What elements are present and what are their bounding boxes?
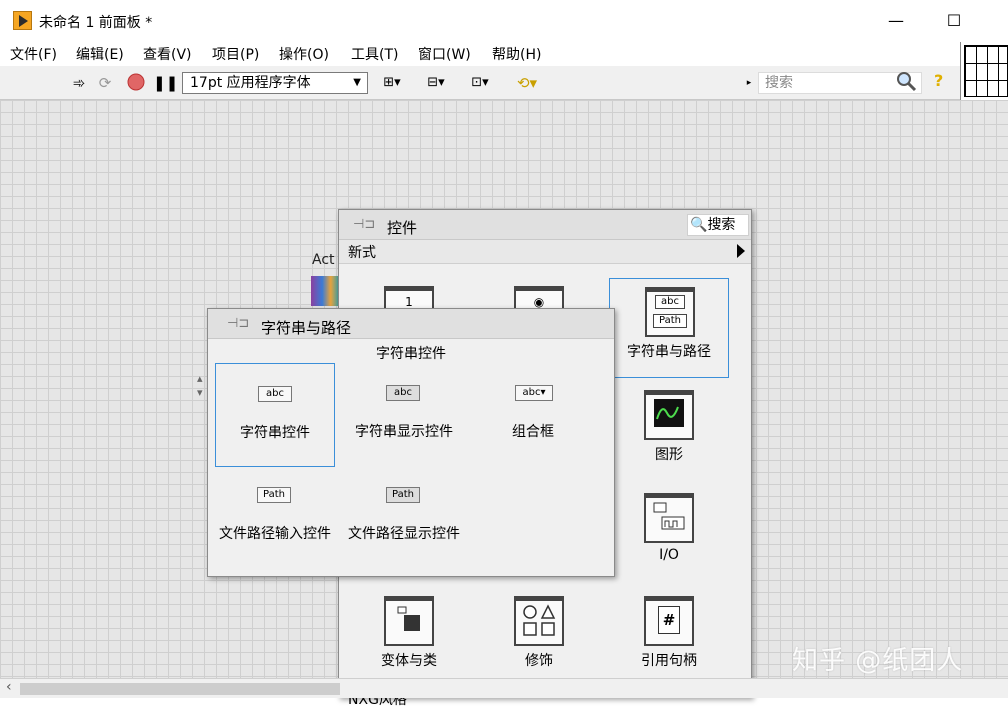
menu-edit[interactable]: 编辑(E) bbox=[76, 44, 124, 64]
font-dropdown[interactable]: 17pt 应用程序字体 ▼ bbox=[182, 72, 368, 94]
title-bar: 未命名 1 前面板 * — ☐ bbox=[0, 0, 1008, 42]
run-arrow-icon[interactable]: ➾ bbox=[69, 73, 89, 93]
distribute-objects-icon[interactable]: ⊟▾ bbox=[420, 73, 452, 93]
controls-palette-header: ⊣⊐ 控件 🔍搜索 bbox=[339, 210, 751, 240]
background-control-label: Act bbox=[312, 252, 335, 268]
pause-icon[interactable]: ❚❚ bbox=[153, 73, 178, 93]
palette-tile-io[interactable]: I/O bbox=[609, 485, 729, 585]
menu-project[interactable]: 项目(P) bbox=[212, 44, 259, 64]
abort-icon[interactable] bbox=[126, 73, 146, 93]
string-indicator-item[interactable]: abc 字符串显示控件 bbox=[344, 363, 464, 467]
palette-search-button[interactable]: 🔍搜索 bbox=[687, 214, 749, 236]
watermark: 知乎 @纸团人 bbox=[792, 646, 964, 676]
toolbar: ➾ ⟳ ❚❚ 17pt 应用程序字体 ▼ ⊞▾ ⊟▾ ⊡▾ ⟲▾ ▸ 搜索 bbox=[0, 66, 960, 100]
resize-objects-icon[interactable]: ⊡▾ bbox=[464, 73, 496, 93]
background-control[interactable] bbox=[311, 276, 339, 306]
connector-pane-grid bbox=[964, 45, 1008, 97]
scroll-thumb[interactable] bbox=[20, 683, 340, 695]
variant-class-icon bbox=[384, 596, 434, 646]
palette-tile-decorations[interactable]: 修饰 bbox=[479, 588, 599, 688]
file-path-indicator-item[interactable]: Path 文件路径显示控件 bbox=[344, 467, 464, 571]
window-title: 未命名 1 前面板 * bbox=[39, 15, 153, 31]
palette-tile-string-path[interactable]: abc Path 字符串与路径 bbox=[609, 278, 729, 378]
palette-tile-variant-class[interactable]: 变体与类 bbox=[349, 588, 469, 688]
align-objects-icon[interactable]: ⊞▾ bbox=[376, 73, 408, 93]
menu-operate[interactable]: 操作(O) bbox=[279, 44, 329, 64]
path-indicator-icon: Path bbox=[386, 487, 420, 503]
subcategory-modern[interactable]: 新式 bbox=[339, 240, 751, 264]
font-dropdown-value: 17pt 应用程序字体 bbox=[190, 75, 311, 91]
controls-palette-title: 控件 bbox=[387, 219, 418, 237]
string-path-icon: abc Path bbox=[645, 287, 695, 337]
item-label: 字符串显示控件 bbox=[355, 424, 453, 440]
menu-tools[interactable]: 工具(T) bbox=[351, 44, 398, 64]
reorder-icon[interactable]: ⟲▾ bbox=[510, 73, 544, 93]
minimize-button[interactable]: — bbox=[881, 8, 911, 34]
connector-pane[interactable] bbox=[960, 42, 1008, 100]
combo-box-icon: abc▾ bbox=[515, 385, 553, 401]
expand-arrow-icon bbox=[737, 244, 745, 258]
tile-label: 图形 bbox=[655, 447, 683, 463]
chevron-down-icon: ▼ bbox=[353, 77, 361, 88]
search-icon: 🔍 bbox=[690, 217, 708, 233]
string-control-icon: abc bbox=[258, 386, 292, 402]
refnum-icon: # bbox=[644, 596, 694, 646]
tile-label: 字符串与路径 bbox=[627, 344, 711, 360]
menu-bar: 文件(F) 编辑(E) 查看(V) 项目(P) 操作(O) 工具(T) 窗口(W… bbox=[0, 42, 960, 66]
palette-tile-graph[interactable]: 图形 bbox=[609, 382, 729, 482]
scroll-left-icon[interactable]: ‹ bbox=[6, 679, 12, 695]
path-control-icon: Path bbox=[257, 487, 291, 503]
menu-file[interactable]: 文件(F) bbox=[10, 44, 57, 64]
string-indicator-icon: abc bbox=[386, 385, 420, 401]
sub-palette-heading: 字符串控件 bbox=[376, 346, 446, 362]
maximize-button[interactable]: ☐ bbox=[939, 8, 969, 34]
tile-label: 引用句柄 bbox=[641, 653, 697, 669]
io-icon bbox=[644, 493, 694, 543]
menu-view[interactable]: 查看(V) bbox=[143, 44, 192, 64]
palette-search-label: 搜索 bbox=[707, 217, 736, 233]
labview-icon bbox=[13, 11, 32, 30]
item-label: 文件路径输入控件 bbox=[219, 526, 331, 542]
string-control-item[interactable]: abc 字符串控件 bbox=[215, 363, 335, 467]
tile-label: I/O bbox=[659, 547, 679, 563]
palette-tile-refnum[interactable]: # 引用句柄 bbox=[609, 588, 729, 688]
tile-label: 修饰 bbox=[525, 653, 553, 669]
sub-palette-title: 字符串与路径 bbox=[261, 319, 352, 337]
graph-icon bbox=[644, 390, 694, 440]
resize-handle-icon[interactable]: ▴ ▾ bbox=[197, 372, 207, 402]
item-label: 文件路径显示控件 bbox=[348, 526, 460, 542]
item-label: 字符串控件 bbox=[240, 425, 310, 441]
pin-icon[interactable]: ⊣⊐ bbox=[353, 217, 375, 232]
search-icon[interactable] bbox=[895, 70, 917, 92]
search-expand-icon[interactable]: ▸ bbox=[744, 73, 754, 93]
file-path-control-item[interactable]: Path 文件路径输入控件 bbox=[215, 467, 335, 571]
horizontal-scrollbar[interactable]: ‹ bbox=[0, 678, 1008, 698]
item-label: 组合框 bbox=[512, 424, 554, 440]
context-help-icon[interactable]: ? bbox=[934, 71, 943, 90]
pin-icon[interactable]: ⊣⊐ bbox=[227, 316, 249, 331]
decorations-icon bbox=[514, 596, 564, 646]
menu-window[interactable]: 窗口(W) bbox=[418, 44, 471, 64]
sub-palette-header: ⊣⊐ 字符串与路径 bbox=[208, 309, 614, 339]
subcategory-label: 新式 bbox=[348, 245, 376, 261]
combo-box-item[interactable]: abc▾ 组合框 bbox=[473, 363, 593, 467]
run-continuously-icon[interactable]: ⟳ bbox=[95, 73, 115, 93]
string-path-palette: ⊣⊐ 字符串与路径 字符串控件 abc 字符串控件 abc 字符串显示控件 ab… bbox=[207, 308, 615, 577]
menu-help[interactable]: 帮助(H) bbox=[492, 44, 541, 64]
tile-label: 变体与类 bbox=[381, 653, 437, 669]
